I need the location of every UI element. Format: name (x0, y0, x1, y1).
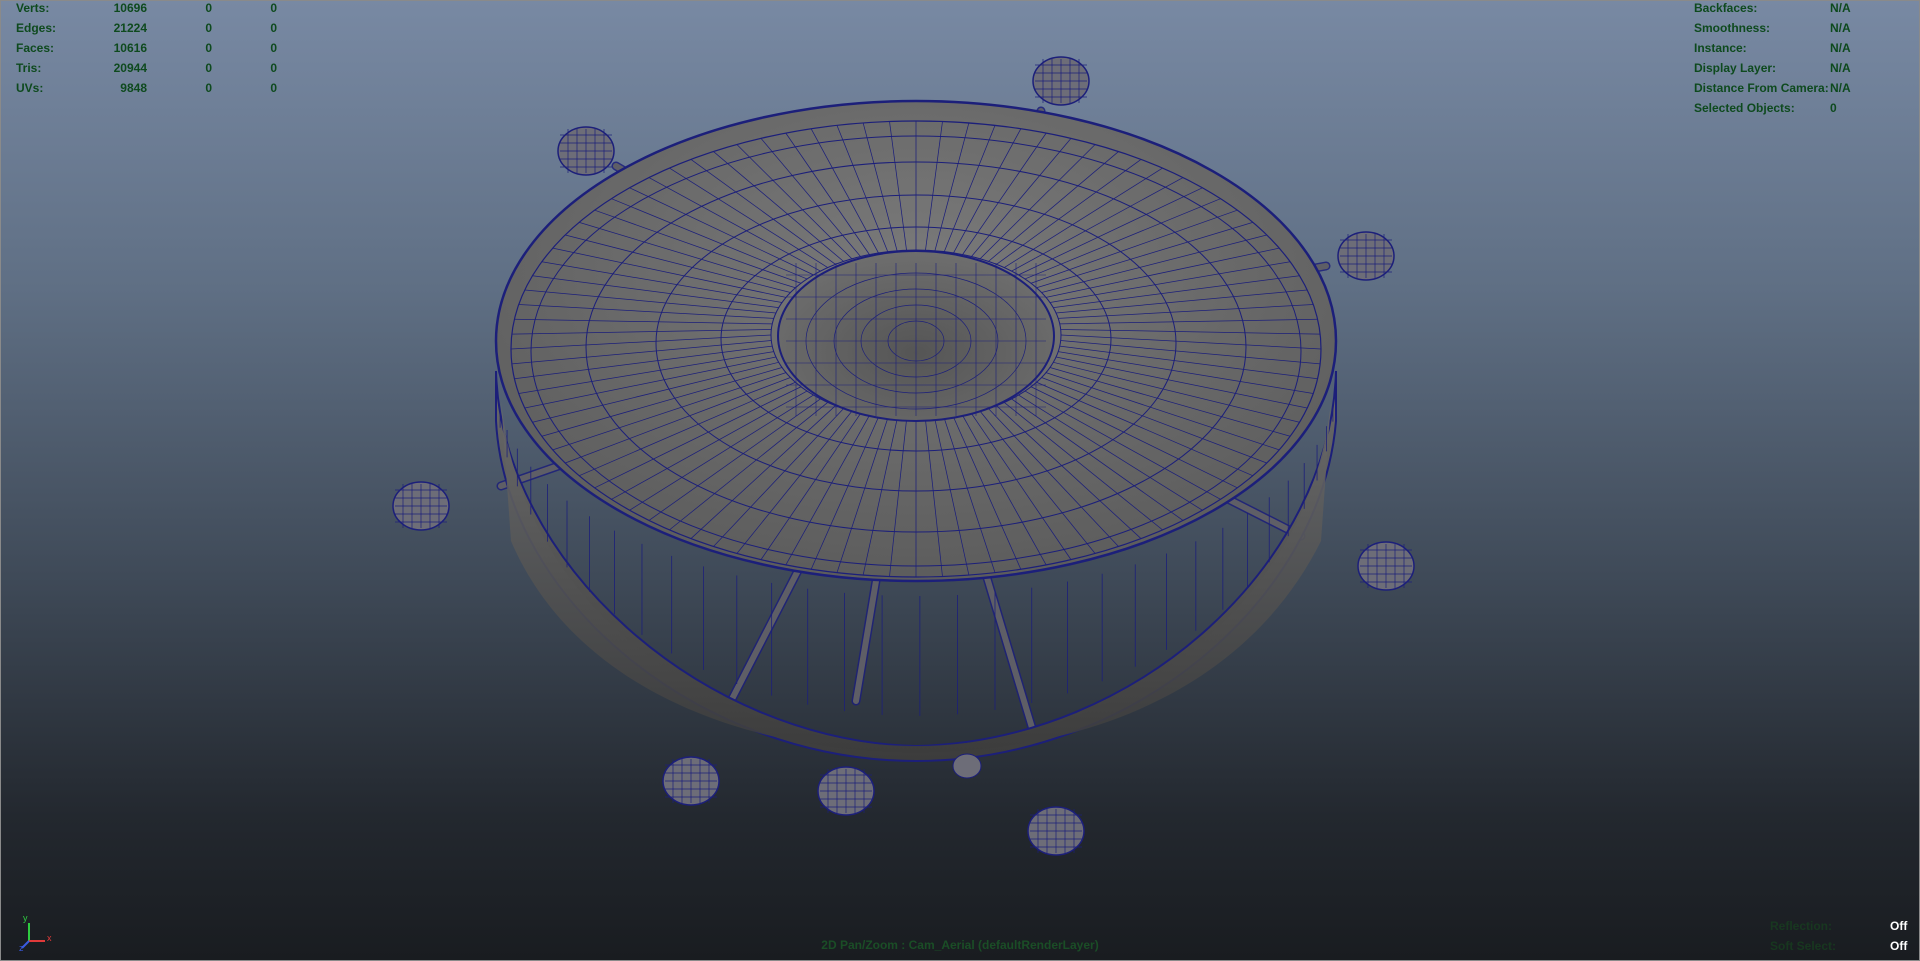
hud-row-verts: Verts: 10696 0 0 (16, 1, 277, 18)
z-axis-label: z (19, 943, 24, 951)
hud-row-instance: Instance: N/A (1694, 38, 1851, 58)
hud-row-distance: Distance From Camera: N/A (1694, 78, 1851, 98)
tris-total: 20944 (113, 61, 147, 75)
verts-selected: 0 (205, 1, 212, 15)
faces-label: Faces: (16, 41, 55, 55)
faces-total: 10616 (113, 41, 147, 55)
hud-row-smoothness: Smoothness: N/A (1694, 18, 1851, 38)
hud-row-tris: Tris: 20944 0 0 (16, 58, 277, 78)
selected-objects-value: 0 (1830, 101, 1837, 115)
3d-viewport[interactable]: Verts: 10696 0 0 Edges: 21224 0 0 Faces:… (0, 0, 1920, 961)
distance-value: N/A (1830, 81, 1851, 95)
hud-row-display-layer: Display Layer: N/A (1694, 58, 1851, 78)
uvs-total: 9848 (120, 81, 147, 95)
backfaces-label: Backfaces: (1694, 1, 1758, 15)
edges-total: 21224 (113, 21, 147, 35)
hud-row-backfaces: Backfaces: N/A (1694, 1, 1851, 18)
verts-total: 10696 (113, 1, 147, 15)
instance-value: N/A (1830, 41, 1851, 55)
faces-extra: 0 (270, 41, 277, 55)
smoothness-label: Smoothness: (1694, 21, 1771, 35)
edges-extra: 0 (270, 21, 277, 35)
edges-selected: 0 (205, 21, 212, 35)
display-layer-value: N/A (1830, 61, 1851, 75)
poly-count-hud: Verts: 10696 0 0 Edges: 21224 0 0 Faces:… (16, 1, 277, 98)
mesh-model[interactable] (1, 1, 1920, 961)
display-layer-label: Display Layer: (1694, 61, 1777, 75)
verts-label: Verts: (16, 1, 50, 15)
backfaces-value: N/A (1830, 1, 1851, 15)
tris-extra: 0 (270, 61, 277, 75)
distance-label: Distance From Camera: (1694, 81, 1829, 95)
faces-selected: 0 (205, 41, 212, 55)
uvs-selected: 0 (205, 81, 212, 95)
reflection-value: Off (1890, 919, 1908, 933)
smoothness-value: N/A (1830, 21, 1851, 35)
hud-row-uvs: UVs: 9848 0 0 (16, 78, 277, 98)
uvs-extra: 0 (270, 81, 277, 95)
y-axis-label: y (23, 913, 28, 923)
edges-label: Edges: (16, 21, 57, 35)
object-info-hud: Backfaces: N/A Smoothness: N/A Instance:… (1694, 1, 1851, 118)
tris-selected: 0 (205, 61, 212, 75)
selected-objects-label: Selected Objects: (1694, 101, 1795, 115)
hud-row-edges: Edges: 21224 0 0 (16, 18, 277, 38)
reflection-label: Reflection: (1770, 919, 1833, 933)
hud-row-faces: Faces: 10616 0 0 (16, 38, 277, 58)
hud-row-selected: Selected Objects: 0 (1694, 98, 1851, 118)
axis-gizmo-icon: y x z (19, 913, 52, 951)
instance-label: Instance: (1694, 41, 1747, 55)
x-axis-label: x (47, 933, 52, 943)
tris-label: Tris: (16, 61, 42, 75)
verts-extra: 0 (270, 1, 277, 15)
camera-name-label: 2D Pan/Zoom : Cam_Aerial (defaultRenderL… (821, 938, 1099, 952)
small-knob (952, 753, 982, 779)
hud-row-reflection: Reflection: Off (1770, 916, 1908, 936)
uvs-label: UVs: (16, 81, 44, 95)
